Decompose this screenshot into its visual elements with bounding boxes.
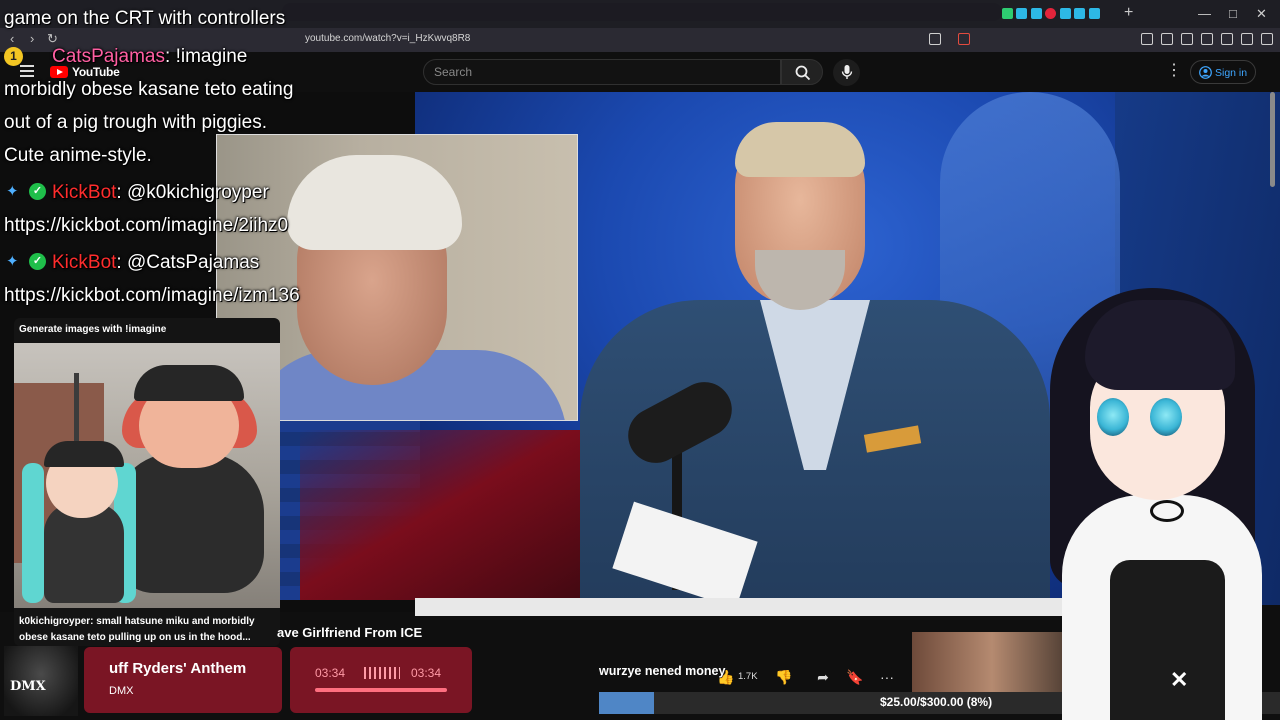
host-hair — [735, 122, 865, 177]
voice-search-button[interactable] — [833, 59, 860, 86]
save-icon[interactable]: 🔖 — [846, 668, 864, 686]
maximize-button[interactable]: □ — [1229, 6, 1237, 21]
chat-text: !imagine — [175, 46, 248, 67]
more-actions-icon[interactable]: ··· — [878, 668, 896, 686]
sign-in-button[interactable]: Sign in — [1190, 60, 1256, 84]
media-icon[interactable] — [1161, 33, 1173, 45]
stream-screen: + — □ ✕ ‹ › ↻ youtube.com/watch?v=i_HzKw… — [0, 0, 1280, 720]
chat-username[interactable]: CatsPajamas — [52, 46, 165, 67]
tab-favicon[interactable] — [1001, 8, 1013, 19]
chat-separator: : — [165, 46, 176, 67]
tab-favicon[interactable] — [1088, 8, 1100, 19]
reload-icon[interactable]: ↻ — [47, 31, 58, 47]
address-url[interactable]: youtube.com/watch?v=i_HzKwvq8R8 — [305, 33, 470, 44]
miku-body — [44, 503, 124, 603]
account-icon — [1199, 66, 1212, 79]
tab-favicon[interactable] — [1030, 8, 1042, 19]
teto-cap — [134, 365, 244, 401]
teto-body — [114, 453, 264, 593]
vtuber-right-eye — [1150, 398, 1182, 436]
total-time: 03:34 — [411, 666, 442, 680]
miku-cap — [44, 441, 124, 467]
inset-hair — [287, 155, 462, 250]
tab-favicon[interactable] — [1045, 8, 1056, 19]
imagine-caption: k0kichigroyper: small hatsune miku and m… — [19, 616, 255, 643]
cast-icon[interactable] — [929, 33, 941, 45]
subscriber-badge: 1 — [4, 47, 23, 66]
tab-favicon[interactable] — [1059, 8, 1071, 19]
search-button[interactable] — [781, 59, 823, 85]
donation-goal-text: $25.00/$300.00 (8%) — [880, 695, 993, 709]
share-icon[interactable]: ➦ — [814, 668, 832, 686]
desk-edge — [415, 598, 1065, 616]
chat-text: @CatsPajamas — [126, 252, 260, 273]
chat-text-line: Cute anime-style. — [4, 145, 152, 166]
close-window-button[interactable]: ✕ — [1256, 6, 1267, 22]
new-tab-button[interactable]: + — [1124, 4, 1133, 22]
generated-image — [14, 343, 280, 608]
microphone-icon — [841, 65, 853, 79]
sidebar-icon[interactable] — [1181, 33, 1193, 45]
like-icon[interactable]: 👍 — [717, 668, 735, 686]
dislike-icon[interactable]: 👎 — [775, 668, 793, 686]
search-icon — [795, 65, 811, 81]
vpn-icon[interactable] — [1241, 33, 1253, 45]
address-bar[interactable] — [282, 3, 1002, 21]
sword-badge-icon: ✦ — [6, 253, 19, 270]
chat-text-line: out of a pig trough with piggies. — [4, 112, 268, 133]
search-input[interactable] — [423, 59, 781, 85]
sword-badge-icon: ✦ — [6, 183, 19, 200]
tab-favicon[interactable] — [1016, 8, 1027, 19]
chat-text-line: morbidly obese kasane teto eating — [4, 79, 294, 100]
chat-separator: : — [116, 182, 127, 203]
vtuber-left-eye — [1097, 398, 1129, 436]
now-playing-artist: DMX — [109, 685, 134, 697]
tab-favicon[interactable] — [1074, 8, 1085, 19]
chat-text: @k0kichigroyper — [126, 182, 269, 203]
shield-extension-icon[interactable] — [958, 33, 970, 45]
menu-hamburger-icon[interactable] — [20, 65, 34, 77]
now-playing-title: uff Ryders' Anthem — [109, 660, 247, 677]
channel-name[interactable]: wurzye nened money — [599, 664, 725, 678]
search-placeholder[interactable]: Search — [434, 65, 472, 79]
stream-top-caption: game on the CRT with controllers — [4, 8, 286, 29]
current-time: 03:34 — [315, 666, 346, 680]
album-art-text: DMX — [10, 679, 46, 694]
video-title: ave Girlfriend From ICE — [277, 625, 423, 640]
extensions-icon[interactable] — [1141, 33, 1153, 45]
vtuber-bangs — [1085, 300, 1235, 390]
recommended-video-thumbnail[interactable] — [912, 632, 1072, 696]
miku-twintail — [22, 463, 44, 603]
track-progress-bar — [315, 688, 447, 692]
now-playing-time-card — [290, 647, 472, 713]
chat-message: CatsPajamas: !imagine — [52, 46, 247, 68]
vtuber-corset — [1110, 560, 1225, 720]
sign-in-label: Sign in — [1215, 67, 1248, 79]
page-scrollbar[interactable] — [1270, 92, 1275, 187]
verified-check-icon: ✓ — [29, 183, 46, 200]
chat-link[interactable]: https://kickbot.com/imagine/2iihz0 — [4, 215, 288, 237]
close-overlay-icon[interactable]: ✕ — [1170, 667, 1188, 693]
imagine-panel-title: Generate images with !imagine — [19, 324, 167, 335]
bookmark-icon[interactable] — [1221, 33, 1233, 45]
chat-message: KickBot: @k0kichigroyper — [52, 182, 269, 204]
settings-kebab-icon[interactable]: ⋮ — [1166, 63, 1182, 79]
verified-check-icon: ✓ — [29, 253, 46, 270]
like-count[interactable]: 1.7K — [738, 671, 758, 682]
minimize-button[interactable]: — — [1198, 6, 1211, 21]
video-red-graphic — [300, 430, 620, 600]
wallet-icon[interactable] — [1201, 33, 1213, 45]
vtuber-ribbon — [1150, 500, 1184, 522]
donation-goal-fill — [599, 692, 654, 714]
now-playing-card — [84, 647, 282, 713]
chat-link[interactable]: https://kickbot.com/imagine/izm136 — [4, 285, 300, 307]
chat-username[interactable]: KickBot — [52, 182, 116, 203]
chat-message: KickBot: @CatsPajamas — [52, 252, 259, 274]
chat-username[interactable]: KickBot — [52, 252, 116, 273]
audio-wave-icon — [364, 667, 400, 679]
menu-icon[interactable] — [1261, 33, 1273, 45]
back-icon[interactable]: ‹ — [10, 31, 14, 46]
chat-separator: : — [116, 252, 127, 273]
forward-icon[interactable]: › — [30, 31, 34, 46]
